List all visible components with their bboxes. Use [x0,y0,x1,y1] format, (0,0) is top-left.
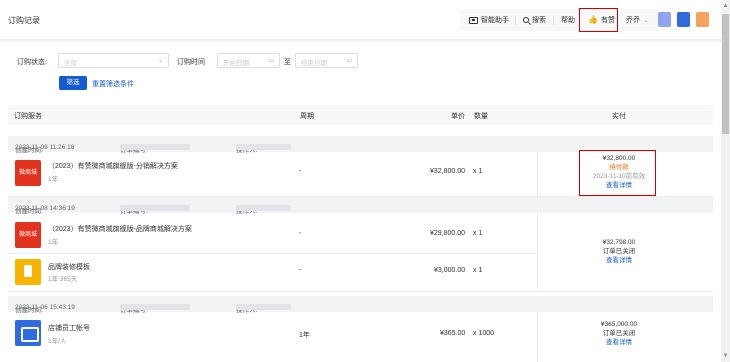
product-duration: 1年/人 [48,338,67,345]
status-select[interactable]: 全部 ⌄ [58,53,169,68]
order-header: 创建时间: 2023-11-06 15:43:19 订单编号: 操作人: [8,296,713,314]
quantity-cell: x 1 [473,168,483,175]
price-cell: ¥29,800.00 [430,230,466,237]
view-details-link[interactable]: 查看详情 [576,338,662,347]
search-icon [523,17,529,23]
highlight-box [579,8,618,32]
quantity-cell: x 1000 [473,330,495,337]
scroll-up-icon[interactable]: ▲ [722,2,729,10]
product-thumbnail [15,259,41,285]
scroll-down-icon[interactable]: ▼ [722,352,729,360]
start-date-input[interactable]: 开始日期 ▭ [217,53,280,68]
scroll-thumb[interactable] [722,14,729,134]
paid-amount: ¥32,798.00 [602,239,636,246]
user-menu[interactable]: 乔乔 ⌄ [626,15,649,25]
calendar-icon: ▭ [346,58,352,64]
quantity-cell: x 1 [473,230,483,237]
row-divider [8,291,713,292]
price-cell: ¥32,800.00 [430,168,466,175]
top-bar: 订购记录 智能助手 搜索 帮助 👍 有赞 乔乔 ⌄ [0,0,721,40]
app-icon[interactable] [677,12,690,27]
column-header-paid: 实付 [612,113,626,120]
column-header-quantity: 数量 [474,113,488,120]
ai-assistant-label: 智能助手 [481,17,509,24]
product-name: （2023）有赞微商城旗舰版-品牌商城解决方案 [48,226,192,233]
price-cell: ¥365.00 [440,330,466,337]
product-thumbnail [15,320,41,346]
order-status: 订单已关闭 [602,248,636,255]
product-duration: 1年 365天 [48,276,78,283]
chevron-down-icon: ⌄ [643,17,649,24]
column-divider [537,213,538,291]
order-status: 订单已关闭 [602,330,636,337]
status-filter-label: 订购状态: [17,59,47,66]
price-cell: ¥3,000.00 [434,267,466,274]
help-button[interactable]: 帮助 [561,15,575,25]
period-cell: 1年 [299,332,310,339]
help-label: 帮助 [561,17,575,24]
search-button[interactable]: 搜索 [523,15,546,25]
ai-assistant-button[interactable]: 智能助手 [469,15,509,25]
column-header-price: 单价 [451,113,465,120]
app-icon[interactable] [696,12,709,27]
toolbar-divider [553,16,554,25]
view-details-link[interactable]: 查看详情 [576,256,662,265]
search-label: 搜索 [532,17,546,24]
column-header-period: 周期 [300,113,314,120]
date-range-separator: 至 [284,59,291,66]
app-icon[interactable] [658,12,671,27]
product-name: 店铺员工帐号 [48,325,90,332]
product-duration: 1年 [48,176,59,183]
row-divider [8,253,537,254]
period-cell: - [299,168,302,175]
start-date-placeholder: 开始日期 [223,60,249,67]
quantity-cell: x 1 [473,267,483,274]
order-header: 创建时间: 2023-11-08 14:36:19 订单编号: 操作人: [8,197,713,215]
time-filter-label: 订购时间 [177,59,205,66]
page-scrollbar[interactable]: ▲ ▼ [721,0,730,362]
product-name: （2023）有赞微商城旗舰版-分销解决方案 [48,163,178,170]
user-name: 乔乔 [626,17,640,24]
page-title: 订购记录 [8,16,40,25]
payment-summary: ¥32,798.00 订单已关闭 查看详情 [576,238,662,265]
payment-summary: ¥365,000.00 订单已关闭 查看详情 [576,320,662,347]
product-duration: 1年 [48,239,59,246]
column-divider [537,312,538,362]
paid-amount: ¥365,000.00 [600,321,638,328]
table-header: 订购服务 周期 单价 数量 实付 [8,105,713,125]
column-divider [537,152,538,196]
period-cell: - [299,267,302,274]
end-date-placeholder: 结束日期 [301,60,327,67]
end-date-input[interactable]: 结束日期 ▭ [295,53,358,68]
filter-button[interactable]: 筛选 [59,76,87,90]
status-select-value: 全部 [64,60,77,67]
period-cell: - [299,230,302,237]
column-header-service: 订购服务 [14,113,42,120]
ai-assistant-icon [469,16,478,24]
product-name: 品牌装修模板 [48,264,90,271]
product-thumbnail: 微商城 [15,222,41,248]
product-thumbnail: 微商城 [15,160,41,186]
toolbar-divider [515,16,516,25]
calendar-icon: ▭ [268,58,274,64]
reset-filters-link[interactable]: 重置筛选条件 [92,79,134,89]
chevron-down-icon: ⌄ [157,58,163,64]
highlight-box [579,150,656,196]
